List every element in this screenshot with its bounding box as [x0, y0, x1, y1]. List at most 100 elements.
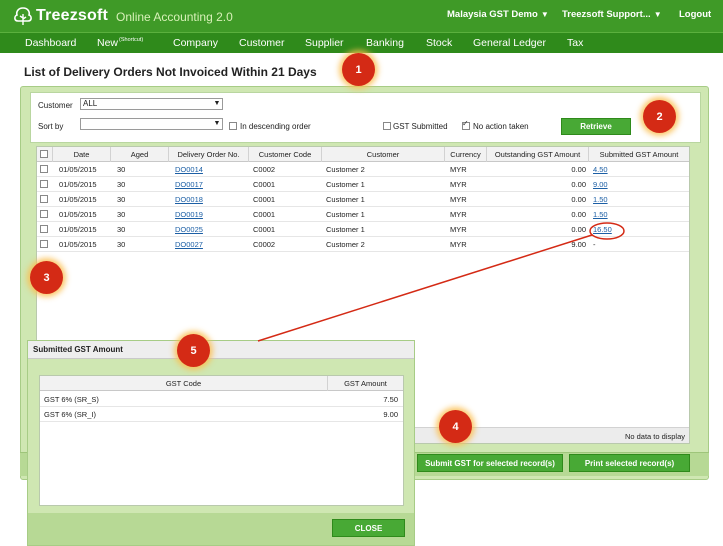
- cell-outstanding: 9.00: [571, 240, 586, 249]
- submitted-gst-link[interactable]: 4.50: [593, 162, 608, 177]
- nav-customer[interactable]: Customer: [239, 37, 285, 49]
- no-action-checkbox[interactable]: [462, 119, 470, 130]
- chevron-down-icon: ▼: [213, 120, 221, 127]
- do-number-link[interactable]: DO0025: [175, 222, 203, 237]
- row-checkbox[interactable]: [40, 195, 48, 203]
- row-checkbox[interactable]: [40, 240, 48, 248]
- col-currency[interactable]: Currency: [445, 147, 487, 162]
- col-customer[interactable]: Customer: [322, 147, 445, 162]
- select-all-checkbox[interactable]: [40, 150, 48, 158]
- col-submitted-gst[interactable]: Submitted GST Amount: [589, 147, 689, 162]
- company-menu-label: Malaysia GST Demo: [447, 9, 538, 20]
- company-menu[interactable]: Malaysia GST Demo ▼: [447, 9, 549, 20]
- col-gst-amount[interactable]: GST Amount: [328, 376, 403, 391]
- callout-badge: 5: [177, 334, 210, 367]
- logo[interactable]: Treezsoft Online Accounting 2.0: [12, 6, 233, 26]
- table-row[interactable]: 01/05/2015 30 DO0017 C0001 Customer 1 MY…: [37, 177, 689, 192]
- no-action-label: No action taken: [473, 122, 529, 131]
- popup-title-bar[interactable]: Submitted GST Amount: [28, 341, 414, 359]
- cell-customer: Customer 1: [326, 210, 365, 219]
- customer-select[interactable]: ALL ▼: [80, 98, 223, 110]
- do-number-link[interactable]: DO0019: [175, 207, 203, 222]
- support-menu[interactable]: Treezsoft Support... ▼: [562, 9, 662, 20]
- cell-customer-code: C0002: [253, 240, 276, 249]
- brand-name: Treezsoft: [36, 7, 109, 24]
- do-number-link[interactable]: DO0018: [175, 192, 203, 207]
- page-title: List of Delivery Orders Not Invoiced Wit…: [24, 65, 317, 79]
- gst-table-header: GST Code GST Amount: [40, 376, 403, 391]
- nav-general-ledger[interactable]: General Ledger: [473, 37, 546, 49]
- col-aged[interactable]: Aged: [111, 147, 169, 162]
- cell-date: 01/05/2015: [59, 225, 97, 234]
- nav-stock[interactable]: Stock: [426, 37, 452, 49]
- gst-row[interactable]: GST 6% (SR_I) 9.00: [40, 407, 403, 422]
- logout-link[interactable]: Logout: [679, 9, 711, 20]
- do-number-link[interactable]: DO0027: [175, 237, 203, 252]
- col-do-no[interactable]: Delivery Order No.: [169, 147, 249, 162]
- cell-date: 01/05/2015: [59, 180, 97, 189]
- callout-badge: 1: [342, 53, 375, 86]
- callout-badge: 2: [643, 100, 676, 133]
- popup-title: Submitted GST Amount: [33, 345, 123, 354]
- cell-outstanding: 0.00: [571, 195, 586, 204]
- cell-currency: MYR: [450, 240, 467, 249]
- col-outstanding-gst[interactable]: Outstanding GST Amount: [487, 147, 589, 162]
- col-date[interactable]: Date: [53, 147, 111, 162]
- sort-select[interactable]: ▼: [80, 118, 223, 130]
- nav-banking[interactable]: Banking: [366, 37, 404, 49]
- row-checkbox[interactable]: [40, 180, 48, 188]
- gst-submitted-checkbox[interactable]: [383, 122, 391, 130]
- table-row[interactable]: 01/05/2015 30 DO0025 C0001 Customer 1 MY…: [37, 222, 689, 237]
- cell-gst-amount: 9.00: [383, 410, 398, 419]
- row-checkbox[interactable]: [40, 225, 48, 233]
- gst-row[interactable]: GST 6% (SR_S) 7.50: [40, 392, 403, 407]
- close-button[interactable]: CLOSE: [332, 519, 405, 537]
- tree-logo-icon: [14, 7, 32, 25]
- submitted-gst-link[interactable]: 9.00: [593, 177, 608, 192]
- cell-currency: MYR: [450, 210, 467, 219]
- submit-gst-button[interactable]: Submit GST for selected record(s): [417, 454, 563, 472]
- nav-company[interactable]: Company: [173, 37, 218, 49]
- col-gst-code[interactable]: GST Code: [40, 376, 328, 391]
- table-row[interactable]: 01/05/2015 30 DO0019 C0001 Customer 1 MY…: [37, 207, 689, 222]
- sort-label: Sort by: [38, 122, 64, 131]
- cell-date: 01/05/2015: [59, 240, 97, 249]
- cell-customer: Customer 2: [326, 240, 365, 249]
- chevron-down-icon: ▼: [213, 100, 221, 107]
- cell-aged: 30: [117, 165, 126, 174]
- cell-customer-code: C0001: [253, 195, 276, 204]
- print-selected-button[interactable]: Print selected record(s): [569, 454, 690, 472]
- nav-tax[interactable]: Tax: [567, 37, 583, 49]
- nav-dashboard[interactable]: Dashboard: [25, 37, 76, 49]
- customer-label: Customer: [38, 101, 73, 110]
- descending-checkbox[interactable]: [229, 122, 237, 130]
- nav-new-label: New: [97, 37, 119, 49]
- nav-supplier[interactable]: Supplier: [305, 37, 344, 49]
- submitted-gst-link[interactable]: 1.50: [593, 207, 608, 222]
- row-checkbox[interactable]: [40, 210, 48, 218]
- row-checkbox[interactable]: [40, 165, 48, 173]
- cell-currency: MYR: [450, 195, 467, 204]
- cell-date: 01/05/2015: [59, 165, 97, 174]
- submitted-gst-link[interactable]: 1.50: [593, 192, 608, 207]
- cell-aged: 30: [117, 240, 126, 249]
- submitted-gst-link[interactable]: 16.50: [593, 222, 612, 237]
- table-row[interactable]: 01/05/2015 30 DO0018 C0001 Customer 1 MY…: [37, 192, 689, 207]
- cell-customer-code: C0001: [253, 210, 276, 219]
- cell-outstanding: 0.00: [571, 210, 586, 219]
- nav-new[interactable]: New(Shortcut): [97, 37, 143, 49]
- table-row[interactable]: 01/05/2015 30 DO0014 C0002 Customer 2 MY…: [37, 162, 689, 177]
- cell-currency: MYR: [450, 180, 467, 189]
- col-customer-code[interactable]: Customer Code: [249, 147, 322, 162]
- cell-aged: 30: [117, 180, 126, 189]
- callout-badge: 4: [439, 410, 472, 443]
- do-number-link[interactable]: DO0014: [175, 162, 203, 177]
- cell-customer: Customer 1: [326, 195, 365, 204]
- cell-date: 01/05/2015: [59, 195, 97, 204]
- cell-gst-code: GST 6% (SR_S): [44, 395, 99, 404]
- do-number-link[interactable]: DO0017: [175, 177, 203, 192]
- cell-aged: 30: [117, 195, 126, 204]
- retrieve-button[interactable]: Retrieve: [561, 118, 631, 135]
- table-row[interactable]: 01/05/2015 30 DO0027 C0002 Customer 2 MY…: [37, 237, 689, 252]
- cell-customer-code: C0002: [253, 165, 276, 174]
